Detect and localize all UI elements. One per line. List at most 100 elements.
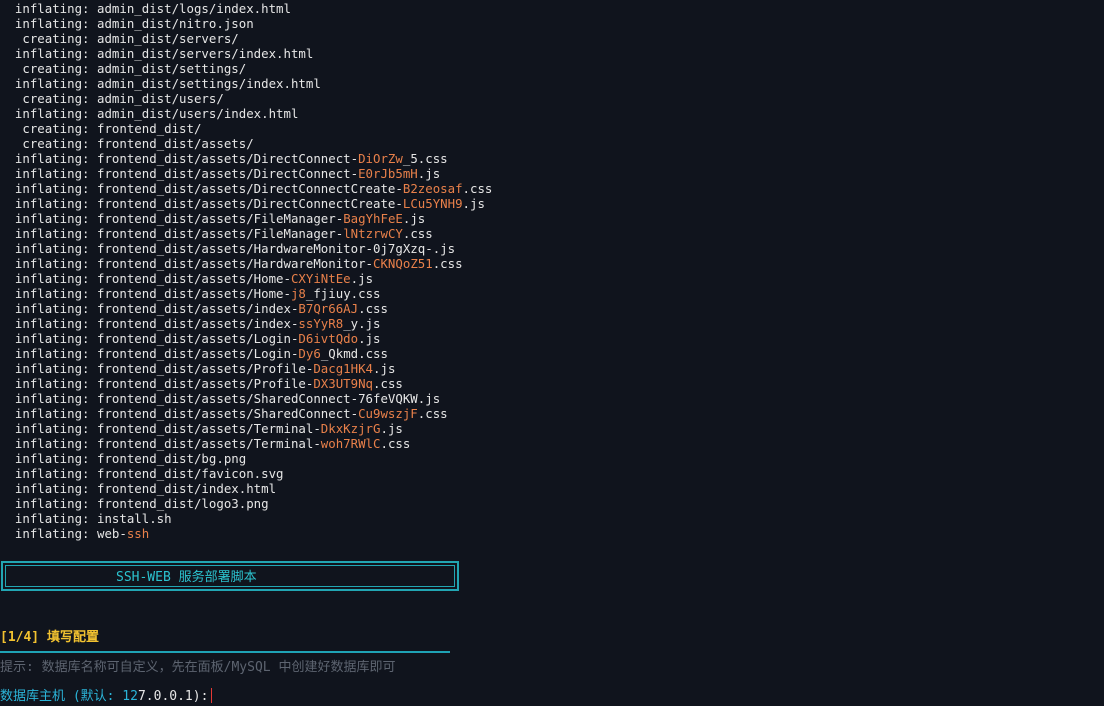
prompt-label: 数据库主机 (默认: 12 xyxy=(0,689,138,704)
log-line: inflating: frontend_dist/assets/SharedCo… xyxy=(0,391,440,406)
log-line: inflating: frontend_dist/assets/index-ss… xyxy=(0,316,381,331)
log-path: admin_dist/nitro.json xyxy=(97,16,254,31)
log-path: frontend_dist/favicon.svg xyxy=(97,466,284,481)
db-host-prompt[interactable]: 数据库主机 (默认: 127.0.0.1): xyxy=(0,688,213,706)
log-line: inflating: frontend_dist/assets/Terminal… xyxy=(0,436,410,451)
log-path-ext: .js xyxy=(402,211,426,226)
log-path-ext: .css xyxy=(402,226,433,241)
log-line: inflating: admin_dist/servers/index.html xyxy=(0,46,313,61)
log-line: inflating: frontend_dist/bg.png xyxy=(0,451,246,466)
log-path-ext: _y.js xyxy=(343,316,381,331)
log-path-hash: DX3UT9Nq xyxy=(313,376,374,391)
text-cursor[interactable] xyxy=(211,688,213,703)
terminal-output[interactable]: inflating: admin_dist/logs/index.html in… xyxy=(0,0,1104,706)
log-path-hash: B2zeosaf xyxy=(402,181,463,196)
log-path-hash: DiOrZw xyxy=(358,151,403,166)
log-path: web- xyxy=(97,526,127,541)
log-line: inflating: install.sh xyxy=(0,511,172,526)
log-path-hash: ssh xyxy=(126,526,150,541)
log-path: frontend_dist/assets/Terminal- xyxy=(97,421,321,436)
log-line: creating: frontend_dist/assets/ xyxy=(0,136,253,151)
log-action: creating: xyxy=(14,91,90,106)
log-line: inflating: frontend_dist/assets/index-B7… xyxy=(0,301,388,316)
log-path: frontend_dist/bg.png xyxy=(97,451,247,466)
log-path-hash: BagYhFeE xyxy=(343,211,403,226)
log-line: inflating: frontend_dist/assets/FileMana… xyxy=(0,211,425,226)
log-path: frontend_dist/assets/DirectConnect- xyxy=(97,166,359,181)
log-path-ext: .js xyxy=(350,271,374,286)
log-path: frontend_dist/assets/DirectConnect- xyxy=(97,151,359,166)
log-action: inflating: xyxy=(14,211,90,226)
log-action: inflating: xyxy=(14,436,90,451)
prompt-default-value: 7.0.0.1): xyxy=(137,689,209,704)
log-path-hash: B7Qr66AJ xyxy=(298,301,359,316)
log-line: inflating: frontend_dist/favicon.svg xyxy=(0,466,284,481)
log-action: inflating: xyxy=(14,331,90,346)
log-action: inflating: xyxy=(14,226,90,241)
log-action: inflating: xyxy=(14,76,90,91)
log-path-ext: .css xyxy=(373,376,403,391)
log-action: creating: xyxy=(14,31,90,46)
log-action: inflating: xyxy=(14,286,90,301)
step-number: [1/4] xyxy=(0,630,40,645)
log-line: inflating: frontend_dist/assets/Login-D6… xyxy=(0,331,381,346)
log-path-hash: DkxKzjrG xyxy=(320,421,381,436)
log-line: inflating: frontend_dist/assets/DirectCo… xyxy=(0,196,485,211)
log-action: inflating: xyxy=(14,391,90,406)
step-title: 填写配置 xyxy=(46,630,99,645)
log-line: inflating: admin_dist/users/index.html xyxy=(0,106,299,121)
log-action: inflating: xyxy=(14,166,90,181)
log-line: inflating: frontend_dist/assets/FileMana… xyxy=(0,226,433,241)
log-line: inflating: admin_dist/logs/index.html xyxy=(0,1,291,16)
log-path: install.sh xyxy=(97,511,172,526)
log-path-hash: j8 xyxy=(290,286,306,301)
log-path: admin_dist/logs/index.html xyxy=(97,1,291,16)
log-action: inflating: xyxy=(14,361,90,376)
log-path: frontend_dist/index.html xyxy=(97,481,277,496)
log-action: inflating: xyxy=(14,406,90,421)
log-path-hash: ssYyR8 xyxy=(298,316,344,331)
banner-inner-border: SSH-WEB 服务部署脚本 xyxy=(5,565,455,587)
log-path-hash: D6ivtQdo xyxy=(298,331,359,346)
log-path: frontend_dist/assets/Login- xyxy=(97,346,299,361)
log-action: inflating: xyxy=(14,151,90,166)
log-path-hash: CXYiNtEe xyxy=(290,271,351,286)
hint-text: 提示: 数据库名称可自定义，先在面板/MySQL 中创建好数据库即可 xyxy=(0,660,396,675)
log-path-ext: .css xyxy=(462,181,493,196)
log-action: inflating: xyxy=(14,421,90,436)
log-path: frontend_dist/assets/index- xyxy=(97,316,299,331)
log-path: frontend_dist/assets/DirectConnectCreate… xyxy=(97,181,403,196)
log-path: frontend_dist/logo3.png xyxy=(97,496,269,511)
log-line: inflating: frontend_dist/assets/DirectCo… xyxy=(0,181,492,196)
log-path-hash: Dacg1HK4 xyxy=(313,361,374,376)
log-action: inflating: xyxy=(14,316,90,331)
log-line: creating: admin_dist/settings/ xyxy=(0,61,246,76)
banner-box: SSH-WEB 服务部署脚本 xyxy=(1,561,459,591)
log-path-ext: _Qkmd.css xyxy=(320,346,388,361)
log-path: frontend_dist/assets/Login- xyxy=(97,331,299,346)
log-path-ext: .css xyxy=(417,406,448,421)
log-path: frontend_dist/assets/DirectConnectCreate… xyxy=(97,196,403,211)
log-action: inflating: xyxy=(14,526,90,541)
log-path: frontend_dist/assets/Profile- xyxy=(97,361,314,376)
log-action: inflating: xyxy=(14,256,90,271)
log-path-ext: .css xyxy=(380,436,411,451)
log-line: inflating: admin_dist/nitro.json xyxy=(0,16,254,31)
log-action: inflating: xyxy=(14,106,90,121)
log-action: inflating: xyxy=(14,481,90,496)
log-line: creating: admin_dist/servers/ xyxy=(0,31,238,46)
log-line: inflating: frontend_dist/assets/SharedCo… xyxy=(0,406,448,421)
log-action: inflating: xyxy=(14,241,90,256)
log-line: inflating: web-ssh xyxy=(0,526,149,541)
log-path: admin_dist/servers/index.html xyxy=(97,46,314,61)
log-path: frontend_dist/assets/HardwareMonitor- xyxy=(97,256,374,271)
log-line: inflating: admin_dist/settings/index.htm… xyxy=(0,76,321,91)
log-line: inflating: frontend_dist/assets/Hardware… xyxy=(0,256,463,271)
log-path-hash: E0rJb5mH xyxy=(358,166,418,181)
log-path-ext: _5.css xyxy=(402,151,448,166)
log-action: inflating: xyxy=(14,451,90,466)
log-action: inflating: xyxy=(14,496,90,511)
log-line: creating: admin_dist/users/ xyxy=(0,91,223,106)
log-path: frontend_dist/assets/Profile- xyxy=(97,376,314,391)
log-line: inflating: frontend_dist/assets/Profile-… xyxy=(0,376,403,391)
